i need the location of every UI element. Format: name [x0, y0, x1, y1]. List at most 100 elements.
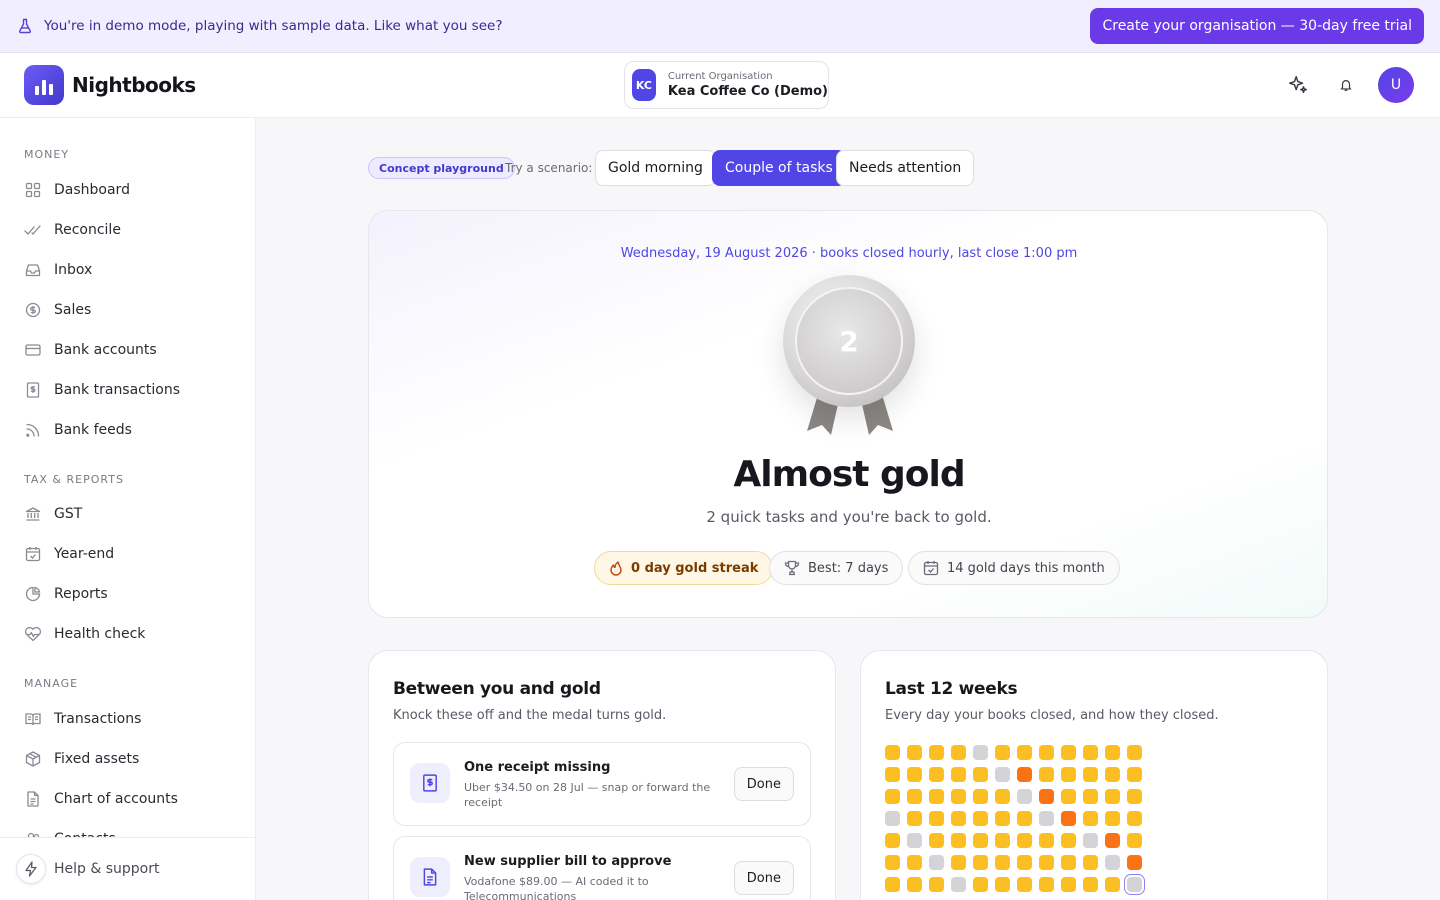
day-cell[interactable] [1105, 789, 1120, 804]
day-cell[interactable] [1127, 789, 1142, 804]
day-cell[interactable] [1105, 833, 1120, 848]
sparkles-icon[interactable] [1286, 73, 1310, 97]
day-cell[interactable] [1105, 855, 1120, 870]
day-cell[interactable] [973, 789, 988, 804]
day-cell[interactable] [1061, 789, 1076, 804]
day-cell[interactable] [1039, 833, 1054, 848]
day-cell[interactable] [1039, 811, 1054, 826]
day-cell[interactable] [907, 811, 922, 826]
sidebar-item-bank-feeds[interactable]: Bank feeds [24, 418, 132, 442]
day-cell[interactable] [929, 877, 944, 892]
day-cell[interactable] [1127, 811, 1142, 826]
day-cell[interactable] [973, 811, 988, 826]
day-cell[interactable] [1039, 767, 1054, 782]
day-cell[interactable] [1061, 745, 1076, 760]
day-cell[interactable] [1127, 767, 1142, 782]
day-cell[interactable] [907, 789, 922, 804]
day-cell[interactable] [1127, 833, 1142, 848]
day-cell[interactable] [1017, 855, 1032, 870]
brand-name[interactable]: Nightbooks [72, 73, 196, 97]
day-cell[interactable] [1017, 811, 1032, 826]
sidebar-item-reports[interactable]: Reports [24, 582, 108, 606]
sidebar-item-reconcile[interactable]: Reconcile [24, 218, 121, 242]
day-cell[interactable] [1083, 789, 1098, 804]
day-cell[interactable] [951, 789, 966, 804]
day-cell[interactable] [885, 767, 900, 782]
help-support-link[interactable]: Help & support [16, 854, 160, 884]
day-cell[interactable] [973, 855, 988, 870]
day-cell[interactable] [995, 855, 1010, 870]
day-cell[interactable] [907, 877, 922, 892]
organisation-switcher[interactable]: KC Current Organisation Kea Coffee Co (D… [624, 61, 829, 109]
nightbooks-logo-icon[interactable] [24, 65, 64, 105]
day-cell[interactable] [885, 877, 900, 892]
sidebar-item-chart-of-accounts[interactable]: Chart of accounts [24, 787, 178, 811]
day-cell[interactable] [907, 745, 922, 760]
day-cell[interactable] [973, 745, 988, 760]
day-cell[interactable] [907, 767, 922, 782]
sidebar-item-dashboard[interactable]: Dashboard [24, 178, 130, 202]
day-cell[interactable] [1083, 745, 1098, 760]
day-cell[interactable] [951, 811, 966, 826]
day-cell[interactable] [1017, 833, 1032, 848]
day-cell[interactable] [1083, 877, 1098, 892]
bell-icon[interactable] [1334, 73, 1358, 97]
create-organisation-button[interactable]: Create your organisation — 30-day free t… [1090, 8, 1424, 44]
day-cell[interactable] [951, 767, 966, 782]
day-cell[interactable] [1105, 767, 1120, 782]
day-cell[interactable] [995, 811, 1010, 826]
day-cell[interactable] [885, 811, 900, 826]
day-cell[interactable] [951, 855, 966, 870]
day-cell[interactable] [1083, 767, 1098, 782]
sidebar-item-gst[interactable]: GST [24, 502, 82, 526]
day-cell[interactable] [1061, 833, 1076, 848]
day-cell[interactable] [1017, 877, 1032, 892]
day-cell[interactable] [929, 811, 944, 826]
day-cell[interactable] [1083, 855, 1098, 870]
day-cell[interactable] [1127, 745, 1142, 760]
day-cell[interactable] [1039, 877, 1054, 892]
day-cell[interactable] [951, 745, 966, 760]
scenario-gold-morning-button[interactable]: Gold morning [595, 150, 716, 186]
day-cell[interactable] [929, 745, 944, 760]
day-cell[interactable] [1061, 855, 1076, 870]
day-cell[interactable] [995, 833, 1010, 848]
day-cell[interactable] [929, 789, 944, 804]
day-cell[interactable] [1039, 855, 1054, 870]
user-avatar[interactable]: U [1378, 67, 1414, 103]
day-cell[interactable] [973, 767, 988, 782]
day-cell[interactable] [951, 877, 966, 892]
sidebar-item-inbox[interactable]: Inbox [24, 258, 92, 282]
day-cell[interactable] [885, 855, 900, 870]
day-cell[interactable] [973, 833, 988, 848]
day-cell[interactable] [995, 789, 1010, 804]
sidebar-item-bank-accounts[interactable]: Bank accounts [24, 338, 157, 362]
day-cell[interactable] [1017, 789, 1032, 804]
day-cell[interactable] [1105, 877, 1120, 892]
day-cell[interactable] [885, 789, 900, 804]
day-cell[interactable] [951, 833, 966, 848]
today-day-cell[interactable] [1127, 877, 1142, 892]
day-cell[interactable] [1061, 877, 1076, 892]
day-cell[interactable] [1127, 855, 1142, 870]
day-cell[interactable] [1017, 767, 1032, 782]
day-cell[interactable] [1017, 745, 1032, 760]
day-cell[interactable] [1039, 745, 1054, 760]
day-cell[interactable] [973, 877, 988, 892]
day-cell[interactable] [907, 833, 922, 848]
day-cell[interactable] [1061, 767, 1076, 782]
day-cell[interactable] [1105, 811, 1120, 826]
day-cell[interactable] [907, 855, 922, 870]
day-cell[interactable] [929, 833, 944, 848]
day-cell[interactable] [885, 745, 900, 760]
sidebar-item-health-check[interactable]: Health check [24, 622, 145, 646]
day-cell[interactable] [929, 855, 944, 870]
sidebar-item-transactions[interactable]: Transactions [24, 707, 141, 731]
sidebar-item-bank-transactions[interactable]: Bank transactions [24, 378, 180, 402]
day-cell[interactable] [929, 767, 944, 782]
day-cell[interactable] [1083, 811, 1098, 826]
day-cell[interactable] [885, 833, 900, 848]
sidebar-item-year-end[interactable]: Year-end [24, 542, 114, 566]
day-cell[interactable] [1039, 789, 1054, 804]
day-cell[interactable] [1061, 811, 1076, 826]
